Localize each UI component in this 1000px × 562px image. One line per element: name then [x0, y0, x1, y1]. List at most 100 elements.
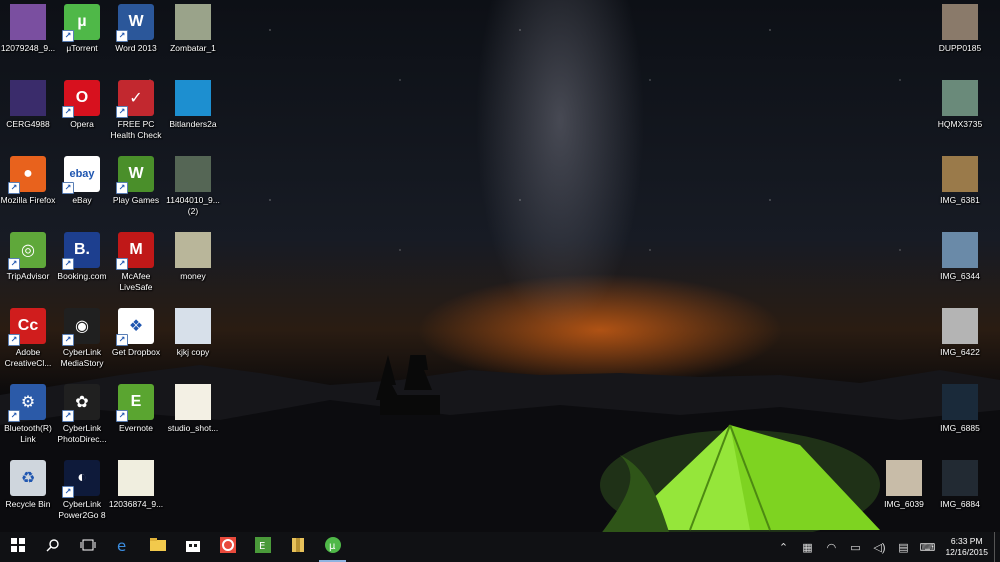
desktop-icon[interactable]: ◎ ↗ TripAdvisor [0, 232, 56, 282]
desktop-icon[interactable]: CERG4988 [0, 80, 56, 130]
app-taskbar-button[interactable] [280, 532, 315, 562]
desktop-icon[interactable]: ✿ ↗ CyberLink PhotoDirec... [54, 384, 110, 444]
image-thumbnail-icon [942, 308, 978, 344]
zombie-image-icon [175, 4, 211, 40]
image-thumbnail-icon [942, 80, 978, 116]
clock[interactable]: 6:33 PM 12/16/2015 [939, 536, 994, 558]
desktop-icon[interactable]: ♻ Recycle Bin [0, 460, 56, 510]
mcafee-icon: M ↗ [116, 232, 154, 270]
folder-icon [149, 537, 166, 557]
desktop-icon-label: DUPP0185 [938, 43, 982, 53]
desktop-icon-label: Bitlanders2a [169, 119, 217, 129]
desktop-icon[interactable]: studio_shot... [165, 384, 221, 434]
desktop-icon[interactable]: IMG_6344 [932, 232, 988, 282]
store-button[interactable] [175, 532, 210, 562]
desktop-icon[interactable]: Zombatar_1 [165, 4, 221, 54]
adobe-cc-icon: Cc ↗ [8, 308, 46, 346]
start-button[interactable] [0, 532, 35, 562]
image-thumbnail-icon [175, 308, 211, 344]
desktop-icon[interactable]: Cc ↗ Adobe CreativeCl... [0, 308, 56, 368]
opera-icon [219, 536, 236, 558]
shortcut-arrow-icon: ↗ [8, 410, 20, 422]
show-hidden-icons-icon[interactable]: ⌃ [771, 532, 795, 562]
desktop-icon[interactable]: W ↗ Play Games [108, 156, 164, 206]
volume-icon[interactable]: ◁) [867, 532, 891, 562]
desktop-icon[interactable]: kjkj copy [165, 308, 221, 358]
search-button[interactable] [35, 532, 70, 562]
svg-text:E: E [259, 541, 265, 552]
desktop-icon-label: IMG_6344 [940, 271, 980, 281]
desktop-icon[interactable]: B. ↗ Booking.com [54, 232, 110, 282]
desktop-icon[interactable]: IMG_6039 [876, 460, 932, 510]
power2go-icon: ◐ ↗ [62, 460, 100, 498]
desktop-icon[interactable]: W ↗ Word 2013 [108, 4, 164, 54]
desktop-icon-label: Booking.com [57, 271, 107, 281]
utorrent-icon: µ ↗ [62, 4, 100, 42]
desktop-icon[interactable]: ❖ ↗ Get Dropbox [108, 308, 164, 358]
archive-icon [290, 537, 306, 558]
flower-image-icon [118, 460, 154, 496]
desktop-icon[interactable]: 11404010_9... (2) [165, 156, 221, 216]
desktop-icon[interactable]: O ↗ Opera [54, 80, 110, 130]
opera-taskbar-button[interactable] [210, 532, 245, 562]
desktop-icon[interactable]: IMG_6422 [932, 308, 988, 358]
bluetooth-link-icon: ⚙ ↗ [8, 384, 46, 422]
mediastory-icon: ◉ ↗ [62, 308, 100, 346]
desktop-icon[interactable]: µ ↗ µTorrent [54, 4, 110, 54]
desktop-icon-label: eBay [72, 195, 92, 205]
desktop-icon[interactable]: IMG_6884 [932, 460, 988, 510]
shortcut-arrow-icon: ↗ [116, 106, 128, 118]
evernote-taskbar-button[interactable]: E [245, 532, 280, 562]
firefox-icon: ● ↗ [8, 156, 46, 194]
battery-icon[interactable]: ▭ [843, 532, 867, 562]
evernote-icon: E ↗ [116, 384, 154, 422]
desktop-icon[interactable]: ebay ↗ eBay [54, 156, 110, 206]
edge-button[interactable]: e [105, 532, 140, 562]
wifi-icon[interactable]: ◠ [819, 532, 843, 562]
desktop-icon[interactable]: IMG_6885 [932, 384, 988, 434]
keyboard-icon[interactable]: ⌨ [915, 532, 939, 562]
desktop-icon[interactable]: ● ↗ Mozilla Firefox [0, 156, 56, 206]
desktop-icon[interactable]: money [165, 232, 221, 282]
desktop-icon[interactable]: 12036874_9... [108, 460, 164, 510]
word-icon: W ↗ [116, 4, 154, 42]
desktop-icon[interactable]: M ↗ McAfee LiveSafe [108, 232, 164, 292]
desktop-icon[interactable]: ✓ ↗ FREE PC Health Check [108, 80, 164, 140]
shortcut-arrow-icon: ↗ [62, 30, 74, 42]
file-explorer-button[interactable] [140, 532, 175, 562]
image-thumbnail-icon [942, 384, 978, 420]
booking-icon: B. ↗ [62, 232, 100, 270]
desktop-icon-label: kjkj copy [176, 347, 210, 357]
recycle-bin-icon: ♻ [10, 460, 46, 496]
desktop-icon[interactable]: IMG_6381 [932, 156, 988, 206]
image-thumbnail-icon [942, 460, 978, 496]
action-center-icon[interactable]: ▤ [891, 532, 915, 562]
desktop-icon[interactable]: E ↗ Evernote [108, 384, 164, 434]
desktop-icon-label: HQMX3735 [937, 119, 983, 129]
shortcut-arrow-icon: ↗ [8, 182, 20, 194]
desktop-icon[interactable]: HQMX3735 [932, 80, 988, 130]
desktop-icon-label: IMG_6039 [884, 499, 924, 509]
desktop-icon-label: Evernote [118, 423, 154, 433]
desktop-icon[interactable]: 12079248_9... [0, 4, 56, 54]
evernote-icon: E [254, 536, 271, 558]
utorrent-taskbar-button[interactable]: µ [315, 532, 350, 562]
desktop-icon[interactable]: ⚙ ↗ Bluetooth(R) Link [0, 384, 56, 444]
intel-graphics-icon[interactable]: ▦ [795, 532, 819, 562]
desktop-icon[interactable]: DUPP0185 [932, 4, 988, 54]
clock-time: 6:33 PM [950, 536, 983, 546]
task-view-button[interactable] [70, 532, 105, 562]
desktop-icon-label: CyberLink Power2Go 8 [58, 499, 106, 520]
show-desktop-button[interactable] [994, 532, 1000, 562]
desktop-icon-label: 11404010_9... (2) [166, 195, 220, 216]
play-games-icon: W ↗ [116, 156, 154, 194]
image-thumbnail-icon [175, 80, 211, 116]
image-thumbnail-icon [175, 232, 211, 268]
utorrent-icon: µ [324, 536, 341, 558]
desktop-icon[interactable]: ◐ ↗ CyberLink Power2Go 8 [54, 460, 110, 520]
desktop-icon[interactable]: ◉ ↗ CyberLink MediaStory [54, 308, 110, 368]
task-view-icon [80, 538, 96, 557]
coin-image-icon [175, 384, 211, 420]
desktop-icon-label: Play Games [112, 195, 160, 205]
desktop-icon[interactable]: Bitlanders2a [165, 80, 221, 130]
